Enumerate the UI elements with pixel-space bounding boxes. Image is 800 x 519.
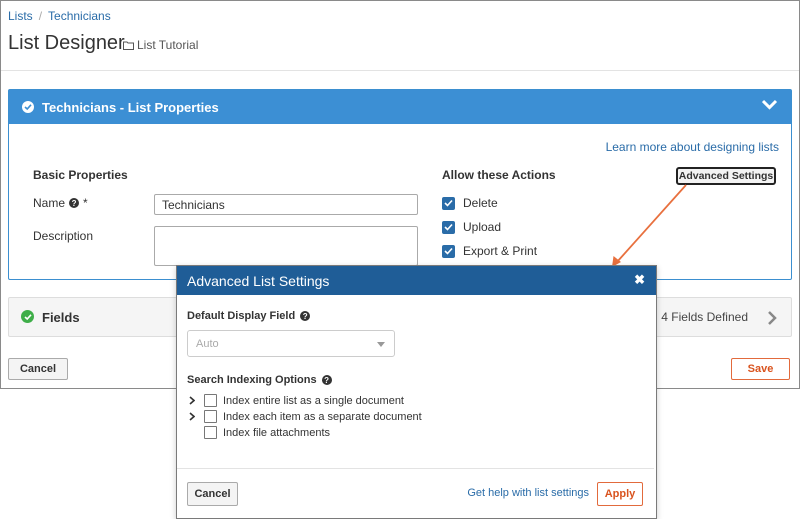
default-display-field-select[interactable]: Auto xyxy=(187,330,395,357)
dialog-cancel-button[interactable]: Cancel xyxy=(187,482,238,506)
upload-checkbox-row[interactable]: Upload xyxy=(442,220,501,234)
breadcrumb-separator: / xyxy=(38,9,43,23)
breadcrumb: Lists / Technicians xyxy=(8,9,111,23)
list-properties-header[interactable]: Technicians - List Properties xyxy=(9,90,791,124)
name-input[interactable]: Technicians xyxy=(154,194,418,215)
dialog-header: Advanced List Settings ✖ xyxy=(177,266,656,295)
dialog-title: Advanced List Settings xyxy=(187,273,330,289)
option-label: Index each item as a separate document xyxy=(223,410,422,423)
page-title: List Designer xyxy=(8,32,125,54)
description-label: Description xyxy=(33,229,94,243)
default-display-field-label: Default Display Field ? xyxy=(187,310,311,322)
index-option-separate-document[interactable]: Index each item as a separate document xyxy=(187,410,422,423)
divider xyxy=(1,70,799,71)
advanced-settings-button[interactable]: Advanced Settings xyxy=(676,167,776,185)
save-button[interactable]: Save xyxy=(731,358,790,380)
panel-title: Technicians - List Properties xyxy=(42,99,219,115)
search-indexing-label: Search Indexing Options ? xyxy=(187,374,332,386)
chevron-right-icon[interactable] xyxy=(187,396,197,405)
delete-label: Delete xyxy=(463,196,498,210)
dropdown-caret-icon xyxy=(377,342,385,347)
description-textarea[interactable] xyxy=(154,226,418,266)
index-option-single-document[interactable]: Index entire list as a single document xyxy=(187,394,404,407)
apply-button[interactable]: Apply xyxy=(597,482,643,506)
folder-name: List Tutorial xyxy=(137,38,199,52)
advanced-list-settings-dialog: Advanced List Settings ✖ Default Display… xyxy=(176,265,657,519)
delete-checkbox[interactable] xyxy=(442,196,455,210)
breadcrumb-lists-link[interactable]: Lists xyxy=(8,9,33,23)
list-properties-panel: Technicians - List Properties Learn more… xyxy=(8,89,792,280)
fields-title: Fields xyxy=(42,310,80,325)
chevron-right-icon[interactable] xyxy=(767,310,777,326)
name-label-text: Name xyxy=(33,196,66,210)
learn-more-link[interactable]: Learn more about designing lists xyxy=(606,140,779,154)
check-circle-icon xyxy=(22,101,34,113)
folder-label: List Tutorial xyxy=(123,38,198,52)
export-print-label: Export & Print xyxy=(463,244,538,258)
chevron-right-icon[interactable] xyxy=(187,412,197,421)
upload-label: Upload xyxy=(463,220,502,234)
option-label: Index file attachments xyxy=(223,426,331,439)
option-label: Index entire list as a single document xyxy=(223,394,404,407)
export-print-checkbox[interactable] xyxy=(442,244,455,258)
list-settings-help-link[interactable]: Get help with list settings xyxy=(467,487,589,499)
fields-summary: 4 Fields Defined xyxy=(661,310,748,324)
search-indexing-text: Search Indexing Options xyxy=(187,374,317,386)
export-print-checkbox-row[interactable]: Export & Print xyxy=(442,244,537,258)
folder-icon xyxy=(123,41,134,50)
check-circle-icon xyxy=(21,310,34,323)
index-separate-document-checkbox[interactable] xyxy=(204,410,217,423)
help-icon[interactable]: ? xyxy=(69,198,80,208)
index-single-document-checkbox[interactable] xyxy=(204,394,217,407)
help-icon[interactable]: ? xyxy=(300,311,311,321)
name-label: Name ? * xyxy=(33,196,88,210)
default-display-field-text: Default Display Field xyxy=(187,310,296,322)
help-icon[interactable]: ? xyxy=(321,375,332,385)
divider xyxy=(177,468,654,469)
index-option-file-attachments[interactable]: Index file attachments xyxy=(187,426,330,439)
index-file-attachments-checkbox[interactable] xyxy=(204,426,217,439)
cancel-button[interactable]: Cancel xyxy=(8,358,68,380)
chevron-down-icon[interactable] xyxy=(761,98,778,111)
close-icon[interactable]: ✖ xyxy=(634,272,645,288)
basic-properties-heading: Basic Properties xyxy=(33,168,128,182)
breadcrumb-technicians-link[interactable]: Technicians xyxy=(48,9,111,23)
select-value: Auto xyxy=(196,337,219,350)
upload-checkbox[interactable] xyxy=(442,220,455,234)
allow-actions-heading: Allow these Actions xyxy=(442,168,556,182)
required-marker: * xyxy=(83,196,88,210)
delete-checkbox-row[interactable]: Delete xyxy=(442,196,498,210)
